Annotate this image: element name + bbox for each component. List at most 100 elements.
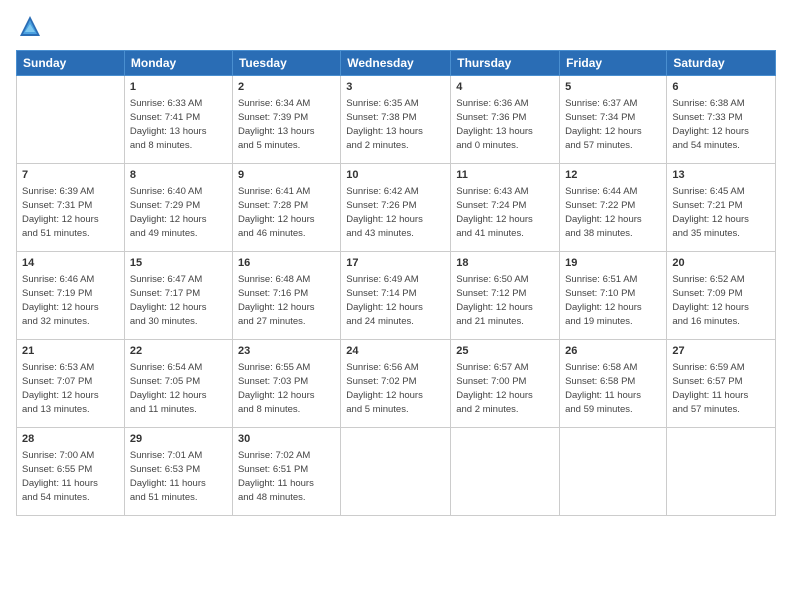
day-number: 18 bbox=[456, 256, 554, 271]
day-number: 1 bbox=[130, 80, 227, 95]
day-number: 15 bbox=[130, 256, 227, 271]
weekday-header-monday: Monday bbox=[124, 51, 232, 76]
logo-icon bbox=[16, 12, 44, 40]
calendar-week-row: 7 Sunrise: 6:39 AM Sunset: 7:31 PM Daylig… bbox=[17, 164, 776, 252]
calendar-cell: 9 Sunrise: 6:41 AM Sunset: 7:28 PM Daylig… bbox=[232, 164, 340, 252]
day-info: Sunrise: 6:40 AM Sunset: 7:29 PM Dayligh… bbox=[130, 185, 227, 240]
day-number: 27 bbox=[672, 344, 770, 359]
day-number: 11 bbox=[456, 168, 554, 183]
calendar-cell: 26 Sunrise: 6:58 AM Sunset: 6:58 PM Dayli… bbox=[560, 340, 667, 428]
day-number: 29 bbox=[130, 432, 227, 447]
day-number: 14 bbox=[22, 256, 119, 271]
day-info: Sunrise: 6:38 AM Sunset: 7:33 PM Dayligh… bbox=[672, 97, 770, 152]
calendar-cell: 15 Sunrise: 6:47 AM Sunset: 7:17 PM Dayli… bbox=[124, 252, 232, 340]
calendar-cell: 19Sunrise: 6:51 AM Sunset: 7:10 PM Dayli… bbox=[560, 252, 667, 340]
day-info: Sunrise: 6:59 AM Sunset: 6:57 PM Dayligh… bbox=[672, 361, 770, 416]
day-number: 21 bbox=[22, 344, 119, 359]
calendar-cell: 20 Sunrise: 6:52 AM Sunset: 7:09 PM Dayli… bbox=[667, 252, 776, 340]
calendar-cell: 3 Sunrise: 6:35 AM Sunset: 7:38 PM Daylig… bbox=[341, 76, 451, 164]
day-number: 24 bbox=[346, 344, 445, 359]
day-info: Sunrise: 7:00 AM Sunset: 6:55 PM Dayligh… bbox=[22, 449, 119, 504]
calendar-cell: 29 Sunrise: 7:01 AM Sunset: 6:53 PM Dayli… bbox=[124, 428, 232, 516]
day-number: 2 bbox=[238, 80, 335, 95]
calendar-cell: 1Sunrise: 6:33 AM Sunset: 7:41 PM Daylig… bbox=[124, 76, 232, 164]
day-number: 12 bbox=[565, 168, 661, 183]
calendar-cell: 7 Sunrise: 6:39 AM Sunset: 7:31 PM Daylig… bbox=[17, 164, 125, 252]
day-info: Sunrise: 6:51 AM Sunset: 7:10 PM Dayligh… bbox=[565, 273, 661, 328]
calendar-cell: 13Sunrise: 6:45 AM Sunset: 7:21 PM Dayli… bbox=[667, 164, 776, 252]
day-number: 16 bbox=[238, 256, 335, 271]
day-number: 20 bbox=[672, 256, 770, 271]
calendar-week-row: 28 Sunrise: 7:00 AM Sunset: 6:55 PM Dayli… bbox=[17, 428, 776, 516]
day-info: Sunrise: 6:48 AM Sunset: 7:16 PM Dayligh… bbox=[238, 273, 335, 328]
calendar-cell: 24 Sunrise: 6:56 AM Sunset: 7:02 PM Dayli… bbox=[341, 340, 451, 428]
calendar-header: SundayMondayTuesdayWednesdayThursdayFrid… bbox=[17, 51, 776, 76]
calendar-cell: 16 Sunrise: 6:48 AM Sunset: 7:16 PM Dayli… bbox=[232, 252, 340, 340]
day-info: Sunrise: 6:36 AM Sunset: 7:36 PM Dayligh… bbox=[456, 97, 554, 152]
calendar-body: 1Sunrise: 6:33 AM Sunset: 7:41 PM Daylig… bbox=[17, 76, 776, 516]
calendar-cell: 5 Sunrise: 6:37 AM Sunset: 7:34 PM Daylig… bbox=[560, 76, 667, 164]
weekday-header-thursday: Thursday bbox=[451, 51, 560, 76]
day-number: 26 bbox=[565, 344, 661, 359]
day-number: 10 bbox=[346, 168, 445, 183]
day-info: Sunrise: 6:41 AM Sunset: 7:28 PM Dayligh… bbox=[238, 185, 335, 240]
calendar-cell bbox=[560, 428, 667, 516]
day-info: Sunrise: 6:37 AM Sunset: 7:34 PM Dayligh… bbox=[565, 97, 661, 152]
day-info: Sunrise: 6:35 AM Sunset: 7:38 PM Dayligh… bbox=[346, 97, 445, 152]
day-info: Sunrise: 6:53 AM Sunset: 7:07 PM Dayligh… bbox=[22, 361, 119, 416]
day-info: Sunrise: 6:58 AM Sunset: 6:58 PM Dayligh… bbox=[565, 361, 661, 416]
weekday-header-saturday: Saturday bbox=[667, 51, 776, 76]
calendar-cell: 25Sunrise: 6:57 AM Sunset: 7:00 PM Dayli… bbox=[451, 340, 560, 428]
day-number: 22 bbox=[130, 344, 227, 359]
calendar-cell bbox=[17, 76, 125, 164]
day-info: Sunrise: 6:56 AM Sunset: 7:02 PM Dayligh… bbox=[346, 361, 445, 416]
calendar-cell: 30Sunrise: 7:02 AM Sunset: 6:51 PM Dayli… bbox=[232, 428, 340, 516]
day-number: 9 bbox=[238, 168, 335, 183]
day-info: Sunrise: 6:46 AM Sunset: 7:19 PM Dayligh… bbox=[22, 273, 119, 328]
day-info: Sunrise: 6:44 AM Sunset: 7:22 PM Dayligh… bbox=[565, 185, 661, 240]
day-number: 5 bbox=[565, 80, 661, 95]
day-number: 3 bbox=[346, 80, 445, 95]
weekday-header-wednesday: Wednesday bbox=[341, 51, 451, 76]
calendar-cell: 23Sunrise: 6:55 AM Sunset: 7:03 PM Dayli… bbox=[232, 340, 340, 428]
calendar-cell: 4 Sunrise: 6:36 AM Sunset: 7:36 PM Daylig… bbox=[451, 76, 560, 164]
weekday-header-row: SundayMondayTuesdayWednesdayThursdayFrid… bbox=[17, 51, 776, 76]
calendar-week-row: 14 Sunrise: 6:46 AM Sunset: 7:19 PM Dayli… bbox=[17, 252, 776, 340]
day-info: Sunrise: 6:42 AM Sunset: 7:26 PM Dayligh… bbox=[346, 185, 445, 240]
calendar-cell: 10 Sunrise: 6:42 AM Sunset: 7:26 PM Dayli… bbox=[341, 164, 451, 252]
calendar-cell bbox=[451, 428, 560, 516]
calendar-cell bbox=[667, 428, 776, 516]
calendar-week-row: 1Sunrise: 6:33 AM Sunset: 7:41 PM Daylig… bbox=[17, 76, 776, 164]
day-info: Sunrise: 6:50 AM Sunset: 7:12 PM Dayligh… bbox=[456, 273, 554, 328]
weekday-header-tuesday: Tuesday bbox=[232, 51, 340, 76]
calendar-cell: 17 Sunrise: 6:49 AM Sunset: 7:14 PM Dayli… bbox=[341, 252, 451, 340]
calendar-table: SundayMondayTuesdayWednesdayThursdayFrid… bbox=[16, 50, 776, 516]
calendar-cell: 6Sunrise: 6:38 AM Sunset: 7:33 PM Daylig… bbox=[667, 76, 776, 164]
calendar-cell: 27 Sunrise: 6:59 AM Sunset: 6:57 PM Dayli… bbox=[667, 340, 776, 428]
day-number: 28 bbox=[22, 432, 119, 447]
day-info: Sunrise: 6:47 AM Sunset: 7:17 PM Dayligh… bbox=[130, 273, 227, 328]
weekday-header-friday: Friday bbox=[560, 51, 667, 76]
calendar-cell: 11 Sunrise: 6:43 AM Sunset: 7:24 PM Dayli… bbox=[451, 164, 560, 252]
day-info: Sunrise: 7:01 AM Sunset: 6:53 PM Dayligh… bbox=[130, 449, 227, 504]
day-info: Sunrise: 6:52 AM Sunset: 7:09 PM Dayligh… bbox=[672, 273, 770, 328]
day-number: 4 bbox=[456, 80, 554, 95]
day-number: 13 bbox=[672, 168, 770, 183]
day-info: Sunrise: 6:43 AM Sunset: 7:24 PM Dayligh… bbox=[456, 185, 554, 240]
day-number: 30 bbox=[238, 432, 335, 447]
day-info: Sunrise: 6:39 AM Sunset: 7:31 PM Dayligh… bbox=[22, 185, 119, 240]
calendar-cell: 14 Sunrise: 6:46 AM Sunset: 7:19 PM Dayli… bbox=[17, 252, 125, 340]
day-number: 8 bbox=[130, 168, 227, 183]
day-info: Sunrise: 6:54 AM Sunset: 7:05 PM Dayligh… bbox=[130, 361, 227, 416]
calendar-cell: 2Sunrise: 6:34 AM Sunset: 7:39 PM Daylig… bbox=[232, 76, 340, 164]
day-number: 7 bbox=[22, 168, 119, 183]
day-info: Sunrise: 6:49 AM Sunset: 7:14 PM Dayligh… bbox=[346, 273, 445, 328]
page-container: SundayMondayTuesdayWednesdayThursdayFrid… bbox=[0, 0, 792, 612]
day-number: 17 bbox=[346, 256, 445, 271]
calendar-week-row: 21 Sunrise: 6:53 AM Sunset: 7:07 PM Dayli… bbox=[17, 340, 776, 428]
day-number: 25 bbox=[456, 344, 554, 359]
day-info: Sunrise: 6:55 AM Sunset: 7:03 PM Dayligh… bbox=[238, 361, 335, 416]
weekday-header-sunday: Sunday bbox=[17, 51, 125, 76]
calendar-cell bbox=[341, 428, 451, 516]
calendar-cell: 28 Sunrise: 7:00 AM Sunset: 6:55 PM Dayli… bbox=[17, 428, 125, 516]
